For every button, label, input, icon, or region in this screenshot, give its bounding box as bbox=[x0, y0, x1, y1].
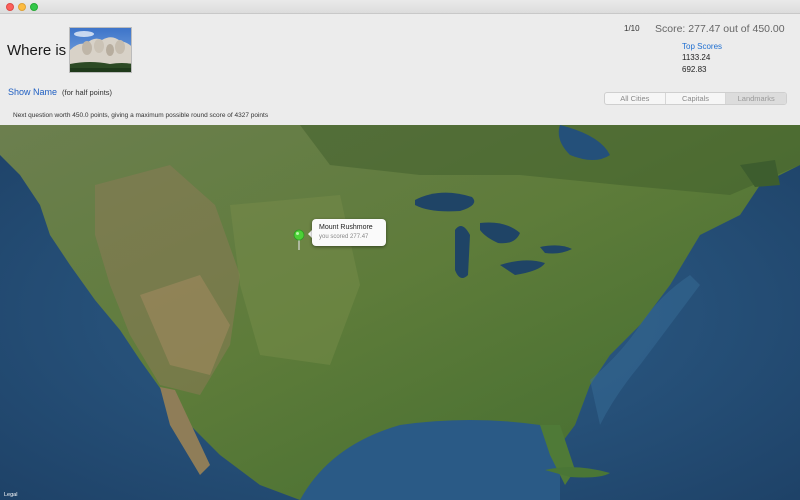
top-score-entry: 1133.24 bbox=[682, 53, 711, 62]
mode-segmented-control: All Cities Capitals Landmarks bbox=[604, 92, 787, 105]
satellite-map[interactable]: Mount Rushmore you scored 277.47 Legal bbox=[0, 125, 800, 500]
map-pin-icon[interactable] bbox=[293, 229, 305, 251]
map-imagery bbox=[0, 125, 800, 500]
half-points-note: (for half points) bbox=[62, 88, 113, 97]
question-header: Where is Show Name (for half points) Nex… bbox=[0, 14, 800, 125]
close-window-button[interactable] bbox=[6, 3, 14, 11]
callout-title: Mount Rushmore bbox=[319, 224, 373, 231]
next-question-info: Next question worth 450.0 points, giving… bbox=[13, 112, 269, 119]
window-titlebar bbox=[0, 0, 800, 14]
callout-subtitle: you scored 277.47 bbox=[319, 234, 369, 240]
show-name-button[interactable]: Show Name bbox=[8, 87, 57, 97]
result-callout: Mount Rushmore you scored 277.47 bbox=[312, 219, 386, 246]
score-display: Score: 277.47 out of 450.00 bbox=[655, 23, 785, 35]
question-prompt: Where is bbox=[7, 42, 67, 59]
minimize-window-button[interactable] bbox=[18, 3, 26, 11]
top-scores-link[interactable]: Top Scores bbox=[682, 42, 722, 51]
legal-link[interactable]: Legal bbox=[4, 492, 17, 498]
question-counter: 1/10 bbox=[624, 24, 640, 33]
landmark-image bbox=[69, 27, 132, 73]
mode-all-cities[interactable]: All Cities bbox=[605, 93, 666, 104]
zoom-window-button[interactable] bbox=[30, 3, 38, 11]
mode-capitals[interactable]: Capitals bbox=[666, 93, 727, 104]
top-score-entry: 692.83 bbox=[682, 65, 707, 74]
mode-landmarks[interactable]: Landmarks bbox=[726, 93, 786, 104]
